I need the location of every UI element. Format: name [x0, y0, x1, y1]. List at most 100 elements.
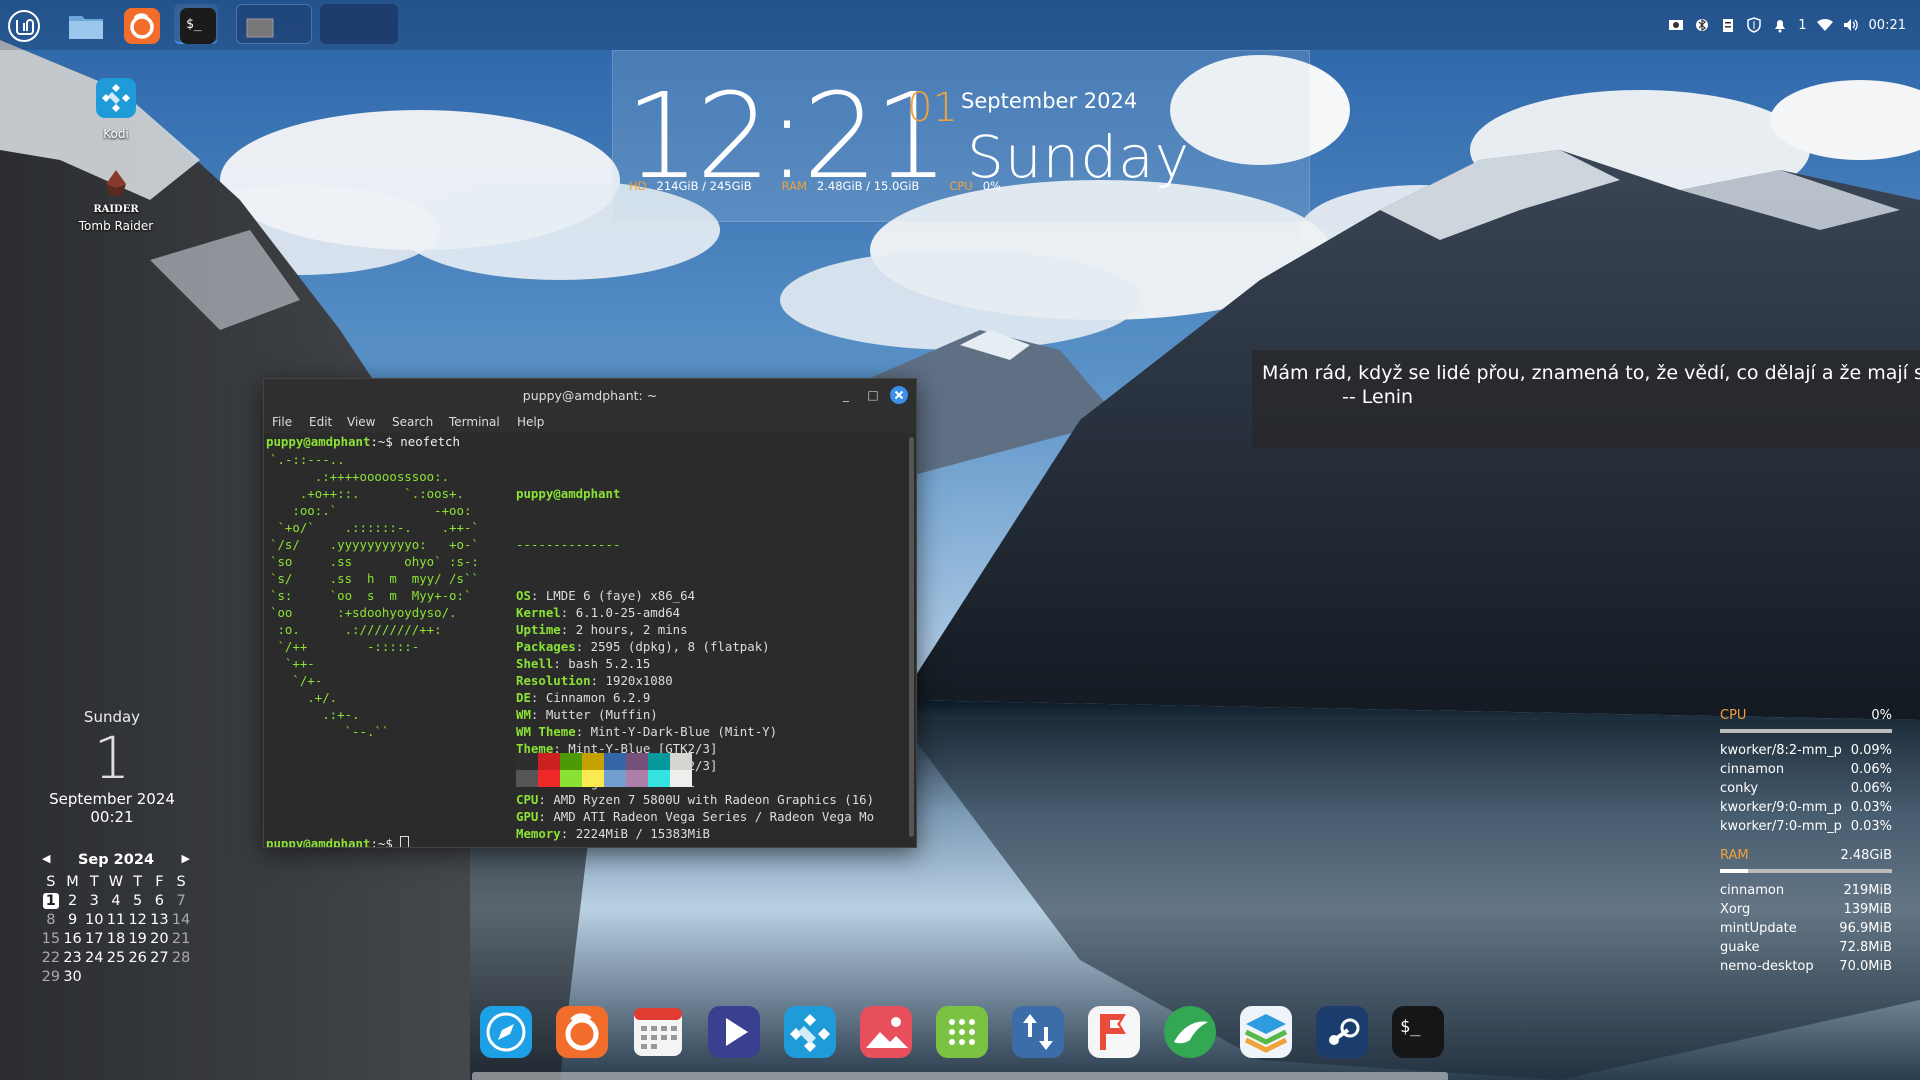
maximize-button[interactable]: □ [865, 387, 881, 403]
firefox-icon [556, 1006, 608, 1058]
calendar-day[interactable]: 21 [170, 929, 192, 948]
calendar-day[interactable]: 26 [127, 948, 149, 967]
neofetch-info: puppy@amdphant -------------- OS: LMDE 6… [516, 451, 874, 847]
menu-search[interactable]: Search [392, 415, 433, 429]
calendar-day[interactable]: 28 [170, 948, 192, 967]
terminal-launcher[interactable]: $_ [174, 4, 218, 44]
menu-button[interactable] [0, 4, 44, 44]
dock-item-terminal[interactable]: $_ [1388, 1002, 1448, 1062]
dock-item-firefox[interactable] [552, 1002, 612, 1062]
calendar-day[interactable]: 14 [170, 910, 192, 929]
calendar-day[interactable]: 3 [83, 891, 105, 910]
workspace-switcher-2[interactable] [320, 4, 398, 44]
tomb-raider-badge: RAIDER [93, 204, 139, 214]
terminal-titlebar[interactable]: puppy@amdphant: ~ _ □ [264, 379, 916, 411]
calendar-day[interactable]: 5 [127, 891, 149, 910]
terminal-scrollbar[interactable] [909, 437, 914, 837]
info-colon: : [530, 690, 546, 705]
calendar-day[interactable]: 16 [62, 929, 84, 948]
calendar-day[interactable]: 1 [40, 891, 62, 910]
screenshot-icon[interactable] [1668, 17, 1684, 33]
calendar-day[interactable]: 27 [149, 948, 171, 967]
calendar-day-number: 30 [63, 968, 82, 985]
menu-file[interactable]: File [272, 415, 292, 429]
process-row: cinnamon 219MiB [1720, 883, 1892, 902]
notifications-icon[interactable] [1772, 17, 1788, 33]
dock-item-web-browser[interactable] [476, 1002, 536, 1062]
calendar-day[interactable]: 20 [149, 929, 171, 948]
clock-desklet[interactable]: 12:21 01 September 2024 Sunday HD 214GiB… [612, 50, 1310, 222]
calendar-day[interactable]: 6 [149, 891, 171, 910]
info-key: WM [516, 707, 531, 722]
process-row: nemo-desktop 70.0MiB [1720, 959, 1892, 978]
calendar-day[interactable]: 8 [40, 910, 62, 929]
menu-edit[interactable]: Edit [309, 415, 332, 429]
calendar-day-number: 3 [89, 892, 99, 909]
dock-item-media-player[interactable] [704, 1002, 764, 1062]
calendar-day[interactable]: 7 [170, 891, 192, 910]
info-line: Shell: bash 5.2.15 [516, 655, 874, 672]
dock-item-mint-install[interactable] [1160, 1002, 1220, 1062]
dock-item-update-manager[interactable] [1008, 1002, 1068, 1062]
desktop-icon-tomb-raider[interactable]: RAIDER Tomb Raider [76, 166, 156, 233]
calendar-day[interactable]: 12 [127, 910, 149, 929]
menu-help[interactable]: Help [517, 415, 544, 429]
dock-item-calendar[interactable] [628, 1002, 688, 1062]
files-launcher[interactable] [62, 4, 106, 44]
calendar-day[interactable]: 25 [105, 948, 127, 967]
terminal-output[interactable]: puppy@amdphant:~$ neofetch `.-::---.. .:… [266, 433, 906, 847]
weekday-header: S [46, 873, 56, 890]
calendar-day[interactable]: 23 [62, 948, 84, 967]
calendar-icon [634, 1008, 682, 1056]
workspace-switcher-1[interactable] [236, 4, 312, 44]
dock-item-flathub[interactable] [1084, 1002, 1144, 1062]
calendar-day[interactable]: 10 [83, 910, 105, 929]
minimize-button[interactable]: _ [838, 387, 854, 403]
prompt-user-host: puppy@amdphant [266, 836, 371, 847]
bluetooth-icon[interactable] [1694, 17, 1710, 33]
clipboard-icon[interactable] [1720, 17, 1736, 33]
menu-terminal[interactable]: Terminal [449, 415, 500, 429]
calendar-day[interactable]: 9 [62, 910, 84, 929]
info-value: 1920x1080 [605, 673, 673, 688]
calendar-day[interactable]: 13 [149, 910, 171, 929]
dock-item-image-viewer[interactable] [856, 1002, 916, 1062]
calendar-desklet[interactable]: Sunday 1 September 2024 00:21 [30, 708, 194, 826]
close-button[interactable] [890, 386, 908, 404]
calendar-day[interactable]: 30 [62, 967, 84, 986]
calendar-day[interactable]: 4 [105, 891, 127, 910]
calendar-day-number: 7 [176, 892, 186, 909]
process-row: Xorg 139MiB [1720, 902, 1892, 921]
calendar-day[interactable]: 19 [127, 929, 149, 948]
ram-value: 2.48GiB [1840, 848, 1892, 863]
terminal-window[interactable]: puppy@amdphant: ~ _ □ File Edit View Sea… [263, 378, 917, 848]
dock-item-app-grid[interactable] [932, 1002, 992, 1062]
firefox-icon [124, 8, 160, 44]
calendar-week-row: 15 16 17 18 19 20 21 [40, 929, 192, 948]
next-month-button[interactable]: ▶ [182, 852, 190, 865]
ram-stat-value: 2.48GiB / 15.0GiB [816, 179, 920, 193]
calendar-day[interactable]: 15 [40, 929, 62, 948]
svg-text:$_: $_ [186, 17, 202, 32]
panel-clock[interactable]: 00:21 [1869, 18, 1906, 33]
prev-month-button[interactable]: ◀ [42, 852, 50, 865]
shield-icon[interactable] [1746, 17, 1762, 33]
wifi-icon[interactable] [1816, 17, 1833, 33]
volume-icon[interactable] [1843, 17, 1859, 33]
calendar-day[interactable]: 22 [40, 948, 62, 967]
menu-view[interactable]: View [347, 415, 375, 429]
dock-item-layers[interactable] [1236, 1002, 1296, 1062]
calendar-day[interactable]: 24 [83, 948, 105, 967]
info-key: Memory [516, 826, 561, 841]
calendar-day[interactable]: 18 [105, 929, 127, 948]
calendar-day[interactable]: 11 [105, 910, 127, 929]
dock-item-kodi[interactable] [780, 1002, 840, 1062]
calendar-day[interactable]: 17 [83, 929, 105, 948]
desktop-icon-kodi[interactable]: Kodi [76, 74, 156, 141]
terminal-icon: $_ [180, 8, 216, 44]
quote-desklet[interactable]: Mám rád, když se lidé přou, znamená to, … [1252, 350, 1920, 448]
firefox-launcher[interactable] [118, 4, 162, 44]
calendar-day[interactable]: 29 [40, 967, 62, 986]
dock-item-steam[interactable] [1312, 1002, 1372, 1062]
calendar-day[interactable]: 2 [62, 891, 84, 910]
